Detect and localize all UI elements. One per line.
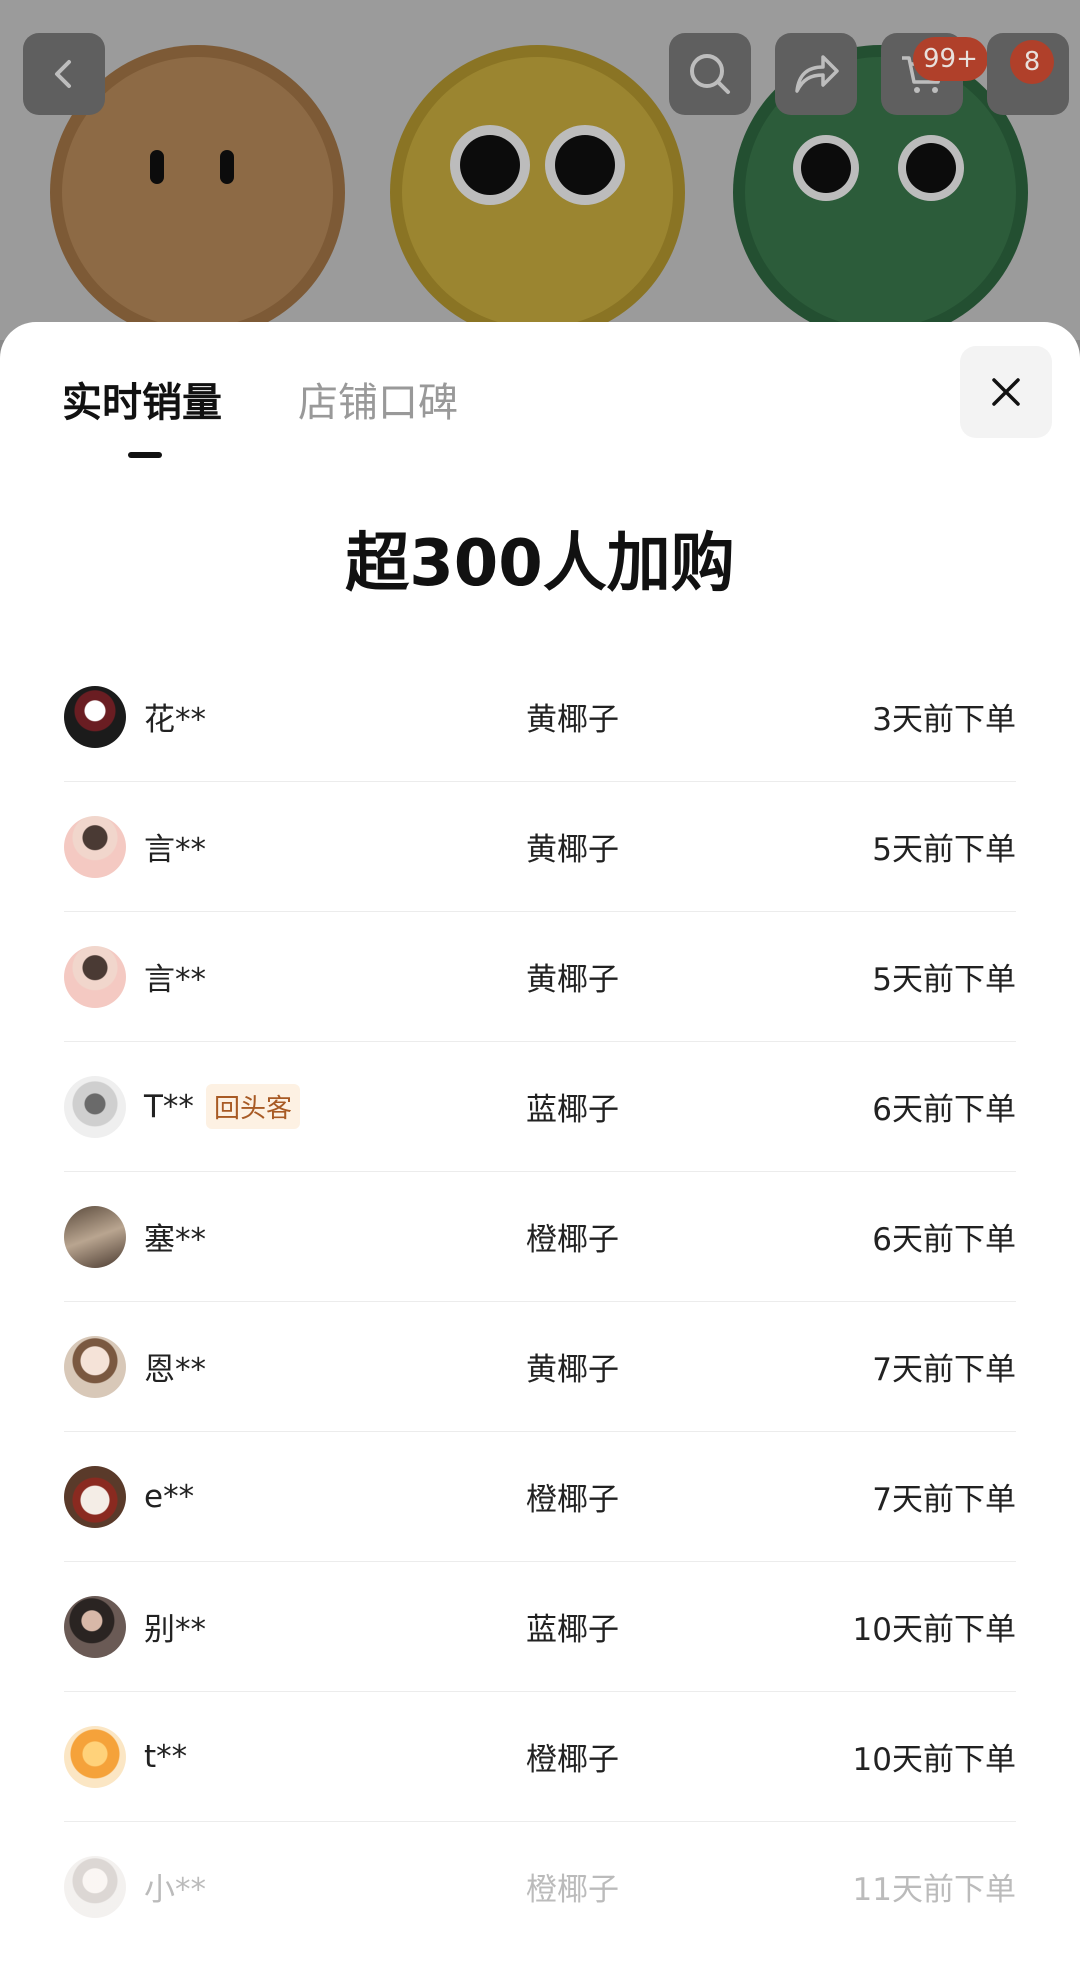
buyer-row: 别** 蓝椰子 10天前下单 <box>64 1562 1016 1692</box>
order-time: 3天前下单 <box>872 702 1016 738</box>
buyer-name: 塞** <box>144 1222 206 1258</box>
buyer-variant: 橙椰子 <box>526 1482 619 1518</box>
buyer-row: 恩** 黄椰子 7天前下单 <box>64 1302 1016 1432</box>
search-icon <box>690 54 730 94</box>
share-icon <box>795 55 839 93</box>
buyer-row: 言** 黄椰子 5天前下单 <box>64 782 1016 912</box>
avatar <box>64 1205 126 1268</box>
tab-store-reputation[interactable]: 店铺口碑 <box>298 370 458 428</box>
search-button[interactable] <box>669 33 751 115</box>
close-button[interactable] <box>960 346 1052 438</box>
avatar <box>64 1595 126 1658</box>
buyer-variant: 蓝椰子 <box>526 1092 619 1128</box>
tab-realtime-sales-label: 实时销量 <box>62 380 222 426</box>
buyer-variant: 橙椰子 <box>526 1872 619 1908</box>
close-icon <box>992 378 1020 406</box>
buyer-row: 花** 黄椰子 3天前下单 <box>64 652 1016 782</box>
buyer-variant: 黄椰子 <box>526 1352 619 1388</box>
share-button[interactable] <box>775 33 857 115</box>
buyer-variant: 黄椰子 <box>526 962 619 998</box>
order-time: 11天前下单 <box>852 1872 1016 1908</box>
sheet-tabs: 实时销量 店铺口碑 <box>62 370 458 458</box>
buyer-variant: 黄椰子 <box>526 832 619 868</box>
buyer-variant: 橙椰子 <box>526 1222 619 1258</box>
active-tab-indicator <box>128 452 162 458</box>
order-time: 10天前下单 <box>852 1742 1016 1778</box>
order-time: 6天前下单 <box>872 1222 1016 1258</box>
buyer-name: 花** <box>144 702 206 738</box>
buyer-row: 小** 橙椰子 11天前下单 <box>64 1822 1016 1951</box>
order-time: 7天前下单 <box>872 1352 1016 1388</box>
buyer-name: T** <box>144 1088 194 1125</box>
buyer-name: 言** <box>144 962 206 998</box>
buyer-row: 塞** 橙椰子 6天前下单 <box>64 1172 1016 1302</box>
tab-store-reputation-label: 店铺口碑 <box>298 380 458 426</box>
order-time: 6天前下单 <box>872 1092 1016 1128</box>
yellow-coin-image <box>390 45 685 340</box>
buyer-row: T** 回头客 蓝椰子 6天前下单 <box>64 1042 1016 1172</box>
buyer-variant: 蓝椰子 <box>526 1612 619 1648</box>
avatar <box>64 1335 126 1398</box>
back-icon <box>55 60 71 88</box>
avatar <box>64 945 126 1008</box>
buyer-row: e** 橙椰子 7天前下单 <box>64 1432 1016 1562</box>
order-time: 7天前下单 <box>872 1482 1016 1518</box>
back-button[interactable] <box>23 33 105 115</box>
avatar <box>64 1725 126 1788</box>
returning-customer-tag: 回头客 <box>205 1084 300 1129</box>
tab-realtime-sales[interactable]: 实时销量 <box>62 370 222 458</box>
avatar <box>64 1465 126 1528</box>
avatar <box>64 685 126 748</box>
order-time: 5天前下单 <box>872 832 1016 868</box>
buyer-list: 花** 黄椰子 3天前下单 言** 黄椰子 5天前下单 言** 黄椰子 5天前下… <box>64 652 1016 1951</box>
buyer-variant: 橙椰子 <box>526 1742 619 1778</box>
avatar <box>64 1075 126 1138</box>
order-time: 5天前下单 <box>872 962 1016 998</box>
sales-sheet: 实时销量 店铺口碑 超300人加购 花** 黄椰子 3天前下单 言** 黄椰子 … <box>0 322 1080 1979</box>
avatar <box>64 1855 126 1918</box>
avatar <box>64 815 126 878</box>
buyer-name: t** <box>144 1738 188 1775</box>
buyer-name: 别** <box>144 1612 206 1648</box>
buyer-row: t** 橙椰子 10天前下单 <box>64 1692 1016 1822</box>
buyer-name: e** <box>144 1478 195 1515</box>
headline: 超300人加购 <box>345 527 735 601</box>
cart-count-badge: 99+ <box>913 37 988 81</box>
product-banner: 99+ 8 <box>0 0 1080 340</box>
buyer-name: 恩** <box>144 1352 206 1388</box>
message-count-badge: 8 <box>1010 40 1054 84</box>
buyer-variant: 黄椰子 <box>526 702 619 738</box>
order-time: 10天前下单 <box>852 1612 1016 1648</box>
buyer-row: 言** 黄椰子 5天前下单 <box>64 912 1016 1042</box>
buyer-name: 言** <box>144 832 206 868</box>
buyer-name: 小** <box>144 1872 206 1908</box>
